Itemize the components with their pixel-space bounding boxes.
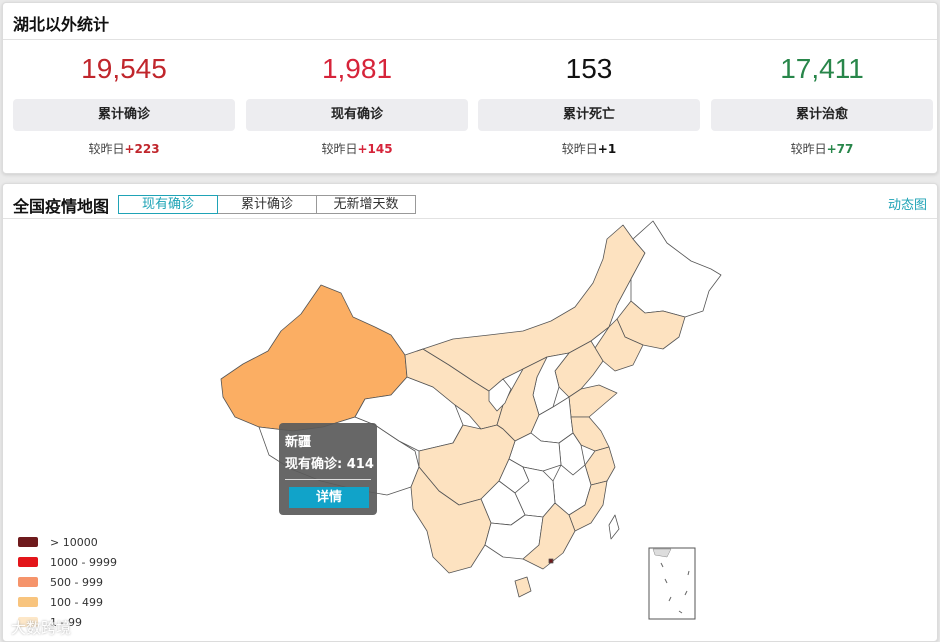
tooltip-region: 新疆: [285, 435, 312, 450]
stat-number: 1,981: [321, 53, 393, 84]
delta-prefix: 较昨日: [790, 142, 827, 156]
stat-number: 19,545: [81, 53, 167, 84]
map-tooltip: 新疆 现有确诊: 414 详情: [279, 423, 377, 515]
stat-label: 累计确诊: [13, 99, 235, 131]
stat-delta: 较昨日+1: [478, 140, 700, 157]
delta-value: +77: [826, 142, 854, 156]
tooltip-value: 现有确诊: 414: [285, 457, 374, 472]
details-button[interactable]: 详情: [289, 487, 369, 508]
region-heilongjiang[interactable]: [630, 220, 722, 318]
stat-number: 153: [565, 53, 613, 84]
region-hainan[interactable]: [514, 576, 532, 598]
legend-item[interactable]: 500 - 999: [18, 572, 117, 592]
stat-delta: 较昨日+223: [13, 140, 235, 157]
animation-link[interactable]: 动态图: [888, 194, 927, 213]
tab-current-confirmed[interactable]: 现有确诊: [118, 195, 218, 214]
map-tabs: 现有确诊 累计确诊 无新增天数: [118, 195, 416, 214]
legend-swatch: [18, 577, 38, 587]
region-hongkong[interactable]: [548, 558, 554, 564]
divider: [3, 39, 937, 40]
stat-delta: 较昨日+145: [246, 140, 468, 157]
stat-label: 累计死亡: [478, 99, 700, 131]
south-china-sea-inset: [648, 547, 696, 620]
tooltip-divider: [285, 479, 371, 480]
delta-value: +223: [124, 142, 160, 156]
legend-item[interactable]: 1000 - 9999: [18, 552, 117, 572]
legend-label: > 10000: [50, 535, 98, 549]
delta-prefix: 较昨日: [88, 142, 125, 156]
watermark: 大数跨境: [11, 619, 72, 637]
tab-total-confirmed[interactable]: 累计确诊: [217, 195, 317, 214]
legend-label: 1000 - 9999: [50, 555, 117, 569]
stat-label: 现有确诊: [246, 99, 468, 131]
stats-title: 湖北以外统计: [13, 15, 110, 34]
stat-label: 累计治愈: [711, 99, 933, 131]
legend-label: 500 - 999: [50, 575, 103, 589]
map-card: 全国疫情地图 现有确诊 累计确诊 无新增天数 动态图 新疆 现有确诊: 414 …: [2, 183, 938, 642]
china-map[interactable]: [3, 219, 938, 639]
stat-number: 17,411: [780, 53, 864, 84]
legend-item[interactable]: > 10000: [18, 532, 117, 552]
map-title: 全国疫情地图: [13, 197, 110, 216]
legend-item[interactable]: 100 - 499: [18, 592, 117, 612]
legend-swatch: [18, 537, 38, 547]
region-taiwan[interactable]: [608, 514, 620, 540]
stats-card: 湖北以外统计 19,545 累计确诊 较昨日+223 1,981 现有确诊 较昨…: [2, 2, 938, 174]
delta-prefix: 较昨日: [321, 142, 358, 156]
legend-swatch: [18, 597, 38, 607]
legend-label: 100 - 499: [50, 595, 103, 609]
delta-value: +1: [597, 142, 617, 156]
stat-delta: 较昨日+77: [711, 140, 933, 157]
legend-swatch: [18, 557, 38, 567]
delta-prefix: 较昨日: [561, 142, 598, 156]
tab-no-new-days[interactable]: 无新增天数: [316, 195, 416, 214]
delta-value: +145: [357, 142, 393, 156]
